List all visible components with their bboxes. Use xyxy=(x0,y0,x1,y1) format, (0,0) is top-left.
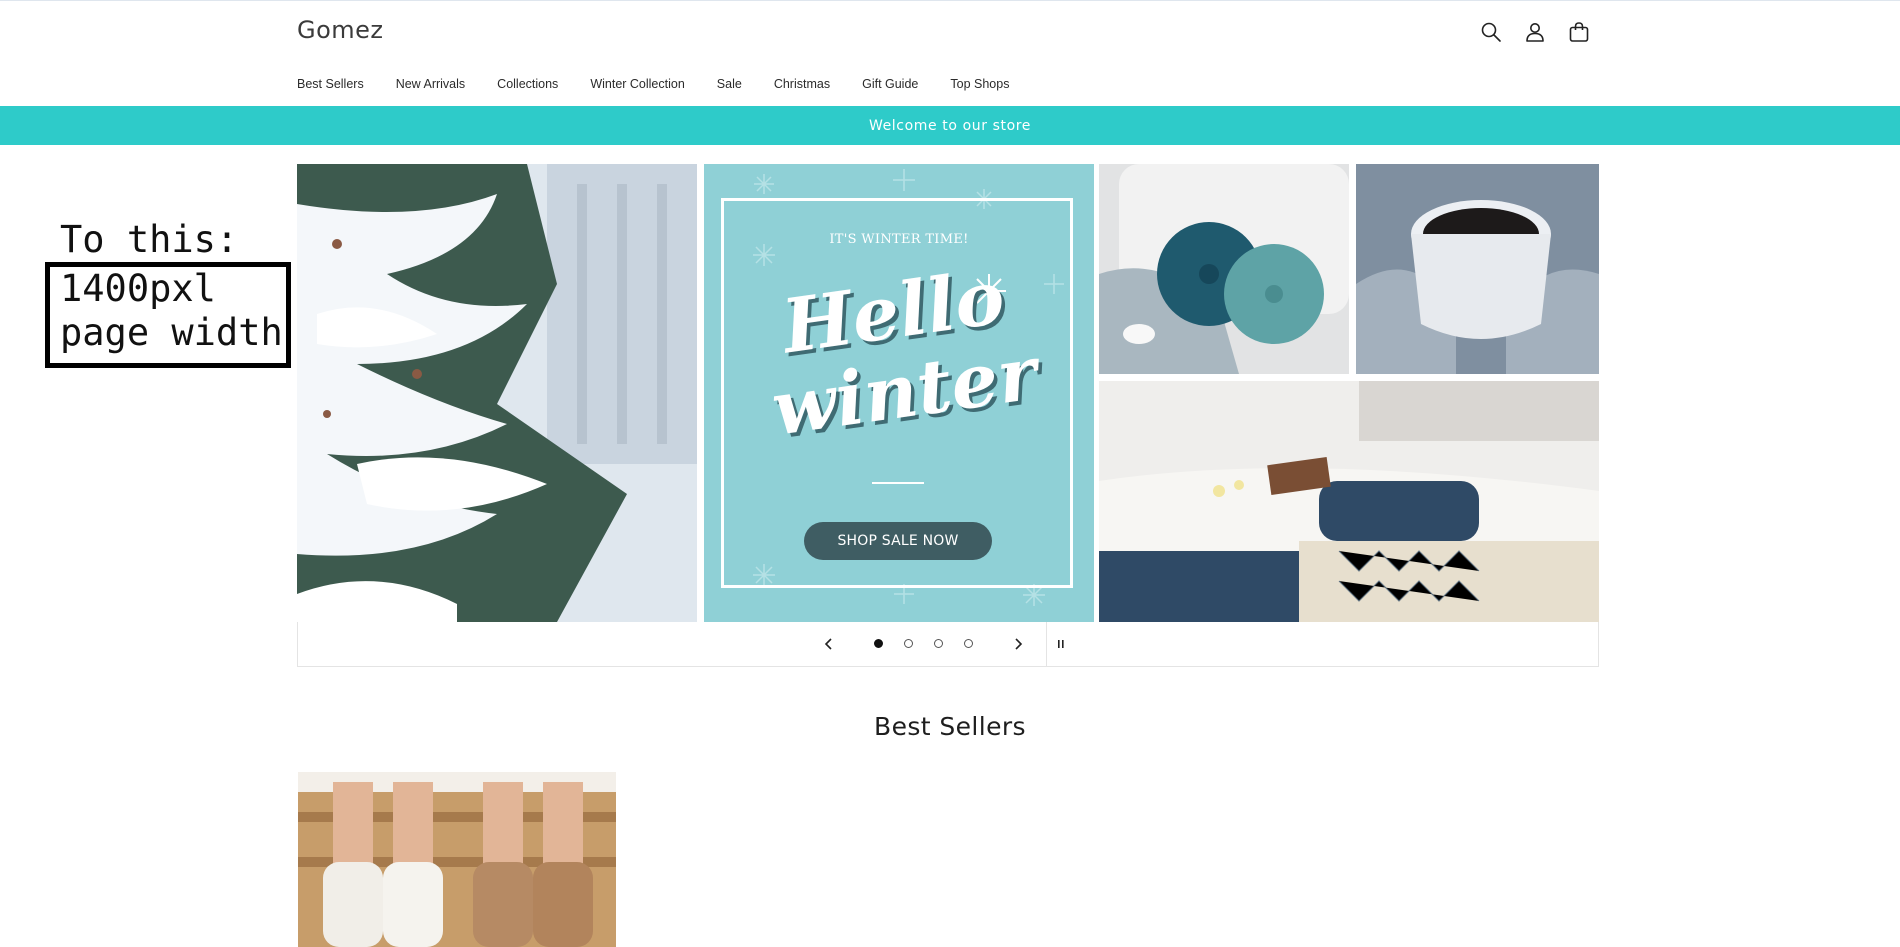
best-sellers-heading: Best Sellers xyxy=(874,712,1026,741)
coffee-mug-image xyxy=(1356,164,1599,374)
annotation-box: 1400pxl page width xyxy=(45,262,291,368)
promo-kicker: IT'S WINTER TIME! xyxy=(829,232,969,247)
snowy-tree-image xyxy=(297,164,697,622)
annotation-line-1: 1400pxl xyxy=(60,267,216,310)
nav-item-best-sellers[interactable]: Best Sellers xyxy=(297,77,364,91)
nav-item-sale[interactable]: Sale xyxy=(717,77,742,91)
nav-item-collections[interactable]: Collections xyxy=(497,77,558,91)
promo-divider xyxy=(872,482,924,484)
top-border xyxy=(0,0,1900,1)
slide-dot-1[interactable] xyxy=(874,639,883,648)
nav-item-new-arrivals[interactable]: New Arrivals xyxy=(396,77,465,91)
slide-dot-2[interactable] xyxy=(904,639,913,648)
nav-item-gift-guide[interactable]: Gift Guide xyxy=(862,77,918,91)
slide-dot-3[interactable] xyxy=(934,639,943,648)
nav-item-christmas[interactable]: Christmas xyxy=(774,77,830,91)
header-icons xyxy=(1478,19,1592,45)
product-card-image[interactable] xyxy=(298,772,616,947)
pause-icon[interactable] xyxy=(1051,634,1071,654)
slide-dot-4[interactable] xyxy=(964,639,973,648)
chevron-right-icon[interactable] xyxy=(1008,634,1028,654)
nav-item-winter-collection[interactable]: Winter Collection xyxy=(590,77,684,91)
announcement-text: Welcome to our store xyxy=(868,117,1032,134)
chevron-left-icon[interactable] xyxy=(819,634,839,654)
store-logo[interactable]: Gomez xyxy=(297,16,384,44)
main-nav: Best Sellers New Arrivals Collections Wi… xyxy=(297,77,1041,91)
slideshow-controls xyxy=(297,622,1599,667)
winter-promo-card: IT'S WINTER TIME! Hello winter SHOP SALE… xyxy=(704,164,1094,622)
velvet-pillows-image xyxy=(1099,164,1349,374)
annotation-line-2: page width xyxy=(60,311,283,354)
nav-item-top-shops[interactable]: Top Shops xyxy=(950,77,1009,91)
search-icon[interactable] xyxy=(1478,19,1504,45)
controls-divider xyxy=(1046,622,1047,666)
shop-sale-now-button[interactable]: SHOP SALE NOW xyxy=(804,522,992,560)
bedroom-bedding-image xyxy=(1099,381,1599,622)
announcement-bar: Welcome to our store xyxy=(0,106,1900,145)
hero-slideshow: IT'S WINTER TIME! Hello winter SHOP SALE… xyxy=(297,164,1599,622)
annotation-title: To this: xyxy=(60,218,239,261)
cart-icon[interactable] xyxy=(1566,19,1592,45)
account-icon[interactable] xyxy=(1522,19,1548,45)
